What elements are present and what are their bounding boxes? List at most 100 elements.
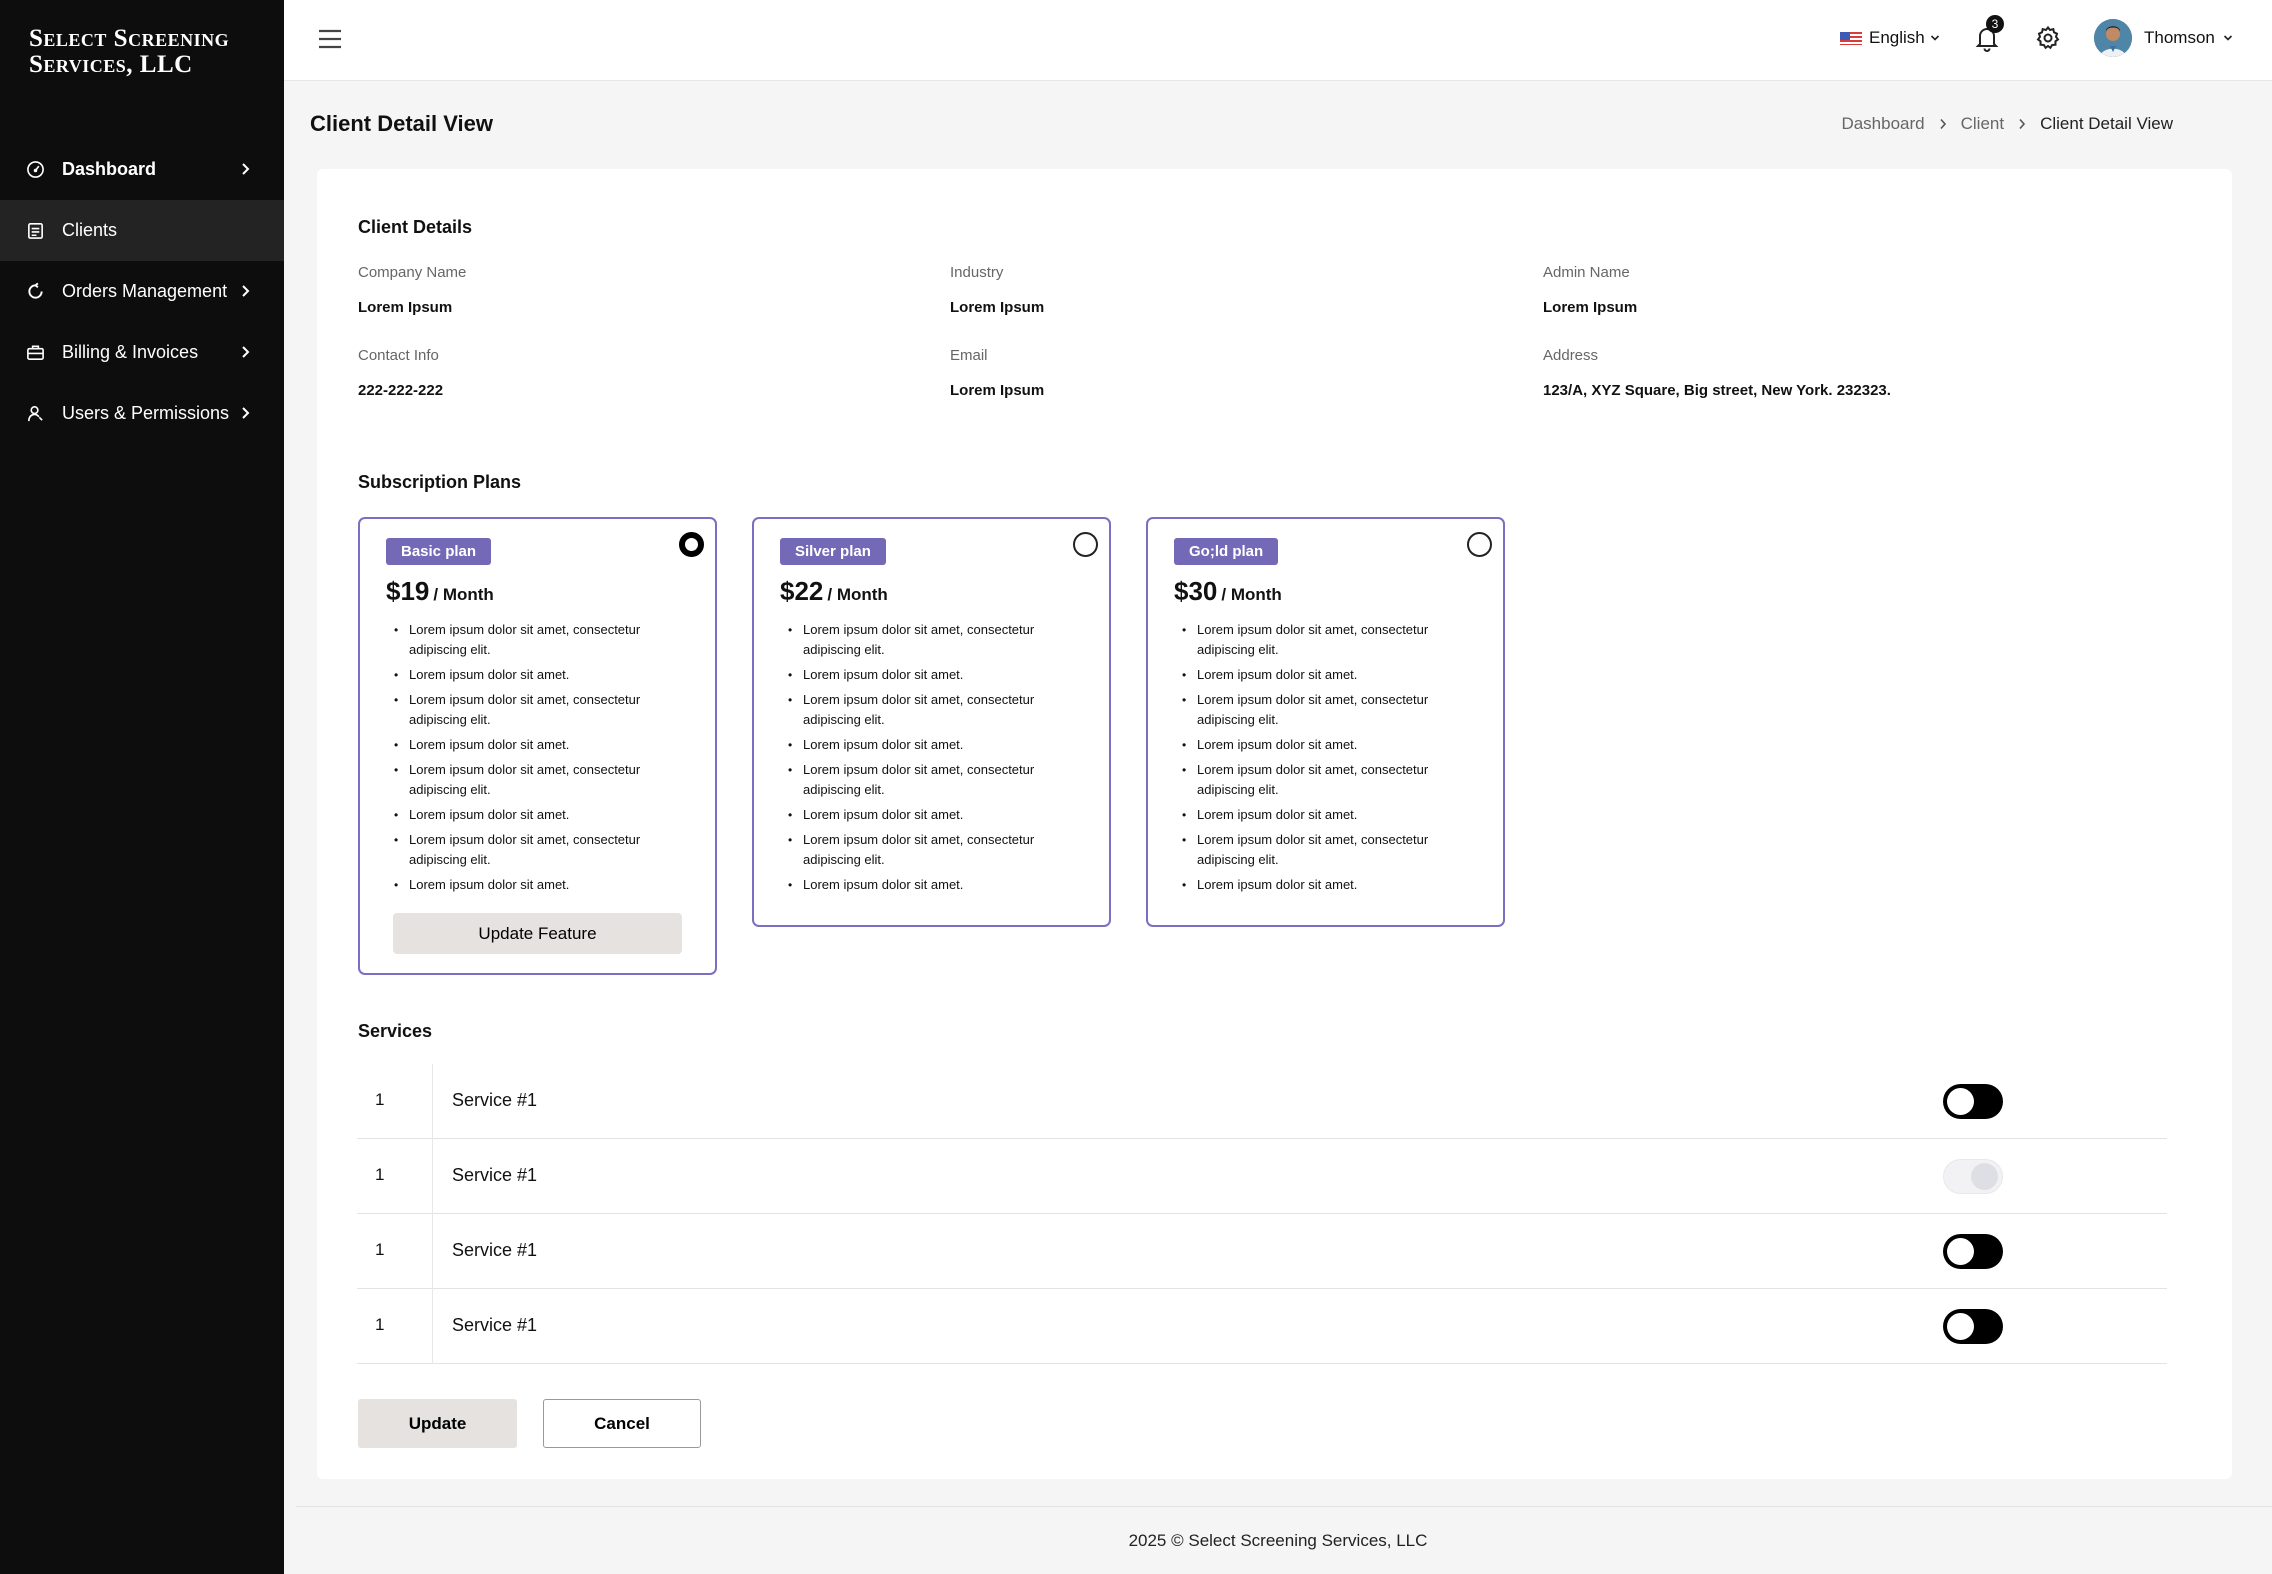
column-divider	[432, 1289, 433, 1364]
user-key-icon	[26, 404, 45, 423]
briefcase-icon	[26, 343, 45, 362]
plan-radio-silver[interactable]	[1073, 532, 1098, 557]
chevron-right-icon	[242, 163, 250, 175]
plan-feature: Lorem ipsum dolor sit amet.	[1181, 735, 1481, 755]
plan-radio-basic[interactable]	[679, 532, 704, 557]
breadcrumb: Dashboard Client Client Detail View	[1841, 114, 2173, 134]
service-number: 1	[375, 1090, 385, 1109]
sidebar-item-dashboard[interactable]: Dashboard	[0, 139, 284, 200]
user-menu[interactable]: Thomson	[2094, 19, 2233, 57]
sidebar-item-clients[interactable]: Clients	[0, 200, 284, 261]
contact-info-label: Contact Info	[358, 347, 439, 364]
language-selector[interactable]: English	[1840, 28, 1940, 48]
notification-badge: 3	[1986, 15, 2004, 33]
breadcrumb-dashboard[interactable]: Dashboard	[1841, 114, 1924, 134]
plan-name-badge: Go;ld plan	[1174, 538, 1279, 565]
plan-price-period: / Month	[1221, 585, 1282, 604]
gear-icon[interactable]	[2036, 26, 2060, 50]
hamburger-menu-icon[interactable]	[318, 28, 342, 50]
page-title: Client Detail View	[310, 111, 493, 136]
plan-feature: Lorem ipsum dolor sit amet.	[393, 875, 693, 895]
column-divider	[432, 1214, 433, 1289]
plan-feature: Lorem ipsum dolor sit amet.	[787, 875, 1087, 895]
client-details-title: Client Details	[358, 217, 473, 237]
chevron-right-icon	[2019, 118, 2026, 130]
chevron-down-icon	[2223, 35, 2232, 41]
column-divider	[432, 1064, 433, 1139]
service-number: 1	[375, 1165, 385, 1184]
brand-line-2: Services, LLC	[29, 51, 193, 78]
address-label: Address	[1543, 347, 1599, 364]
update-button[interactable]: Update	[358, 1399, 517, 1448]
sidebar-item-billing-invoices[interactable]: Billing & Invoices	[0, 322, 284, 383]
admin-name-value: Lorem Ipsum	[1543, 299, 1638, 316]
breadcrumb-client[interactable]: Client	[1961, 114, 2004, 134]
address-value: 123/A, XYZ Square, Big street, New York.…	[1543, 382, 1891, 399]
footer-copyright: 2025 © Select Screening Services, LLC	[1128, 1531, 1428, 1550]
services-list: 1 Service #1 1 Service #1 1 Service #1 1…	[357, 1064, 2167, 1364]
plan-feature: Lorem ipsum dolor sit amet.	[787, 735, 1087, 755]
plan-feature: Lorem ipsum dolor sit amet.	[1181, 875, 1481, 895]
breadcrumb-current: Client Detail View	[2040, 114, 2173, 133]
sidebar-nav: Dashboard Clients Orders Management Bill…	[0, 139, 284, 444]
plan-feature: Lorem ipsum dolor sit amet.	[393, 665, 693, 685]
admin-name-label: Admin Name	[1543, 264, 1630, 281]
column-divider	[432, 1139, 433, 1214]
service-toggle[interactable]	[1943, 1084, 2003, 1119]
footer-divider	[296, 1506, 2272, 1507]
plan-feature: Lorem ipsum dolor sit amet, consectetur …	[787, 830, 1087, 870]
brand-line-1: Select Screening	[29, 25, 230, 52]
plan-feature-list: Lorem ipsum dolor sit amet, consectetur …	[1181, 620, 1481, 900]
plan-feature: Lorem ipsum dolor sit amet, consectetur …	[1181, 830, 1481, 870]
toggle-knob	[1947, 1313, 1974, 1340]
plan-card-basic[interactable]: Basic plan $19/ Month Lorem ipsum dolor …	[358, 517, 717, 975]
industry-value: Lorem Ipsum	[950, 299, 1045, 316]
plan-radio-gold[interactable]	[1467, 532, 1492, 557]
service-name: Service #1	[452, 1240, 538, 1260]
service-toggle[interactable]	[1943, 1234, 2003, 1269]
sidebar-item-label: Billing & Invoices	[62, 342, 199, 362]
plan-feature-list: Lorem ipsum dolor sit amet, consectetur …	[393, 620, 693, 900]
plan-feature: Lorem ipsum dolor sit amet.	[1181, 805, 1481, 825]
plan-feature: Lorem ipsum dolor sit amet, consectetur …	[1181, 690, 1481, 730]
plan-card-silver[interactable]: Silver plan $22/ Month Lorem ipsum dolor…	[752, 517, 1111, 927]
service-toggle-disabled[interactable]	[1943, 1159, 2003, 1194]
sidebar-item-label: Orders Management	[62, 281, 228, 301]
plan-feature: Lorem ipsum dolor sit amet, consectetur …	[393, 760, 693, 800]
plan-feature: Lorem ipsum dolor sit amet.	[393, 735, 693, 755]
chevron-down-icon	[1930, 35, 1939, 41]
plan-feature: Lorem ipsum dolor sit amet, consectetur …	[787, 690, 1087, 730]
service-row: 1 Service #1	[357, 1214, 2167, 1289]
user-name: Thomson	[2144, 28, 2215, 47]
sidebar-item-label: Dashboard	[62, 159, 157, 179]
plan-card-gold[interactable]: Go;ld plan $30/ Month Lorem ipsum dolor …	[1146, 517, 1505, 927]
email-label: Email	[950, 347, 988, 364]
sidebar-item-label: Clients	[62, 220, 118, 240]
sidebar-item-users-permissions[interactable]: Users & Permissions	[0, 383, 284, 444]
avatar	[2094, 19, 2132, 57]
service-row: 1 Service #1	[357, 1139, 2167, 1214]
service-number: 1	[375, 1240, 385, 1259]
plan-feature: Lorem ipsum dolor sit amet, consectetur …	[787, 620, 1087, 660]
plan-name-badge: Basic plan	[386, 538, 492, 565]
plan-feature: Lorem ipsum dolor sit amet, consectetur …	[393, 830, 693, 870]
brand-logo[interactable]: Select Screening Services, LLC	[29, 26, 269, 78]
service-row: 1 Service #1	[357, 1064, 2167, 1139]
cancel-button[interactable]: Cancel	[543, 1399, 701, 1448]
service-name: Service #1	[452, 1165, 538, 1185]
plan-price: $30/ Month	[1174, 576, 1282, 607]
sidebar-item-orders-management[interactable]: Orders Management	[0, 261, 284, 322]
contact-info-value: 222-222-222	[358, 382, 444, 399]
plan-price-period: / Month	[827, 585, 888, 604]
sidebar: Select Screening Services, LLC Dashboard…	[0, 0, 284, 1574]
chevron-right-icon	[242, 407, 250, 419]
client-detail-card: Client Details Company Name Lorem Ipsum …	[317, 169, 2232, 1479]
plan-feature-list: Lorem ipsum dolor sit amet, consectetur …	[787, 620, 1087, 900]
sidebar-item-label: Users & Permissions	[62, 403, 230, 423]
gauge-icon	[26, 160, 45, 179]
update-feature-button[interactable]: Update Feature	[393, 913, 682, 954]
language-label: English	[1869, 28, 1925, 47]
subscription-plans-title: Subscription Plans	[358, 472, 522, 492]
service-toggle[interactable]	[1943, 1309, 2003, 1344]
plan-feature: Lorem ipsum dolor sit amet.	[787, 805, 1087, 825]
